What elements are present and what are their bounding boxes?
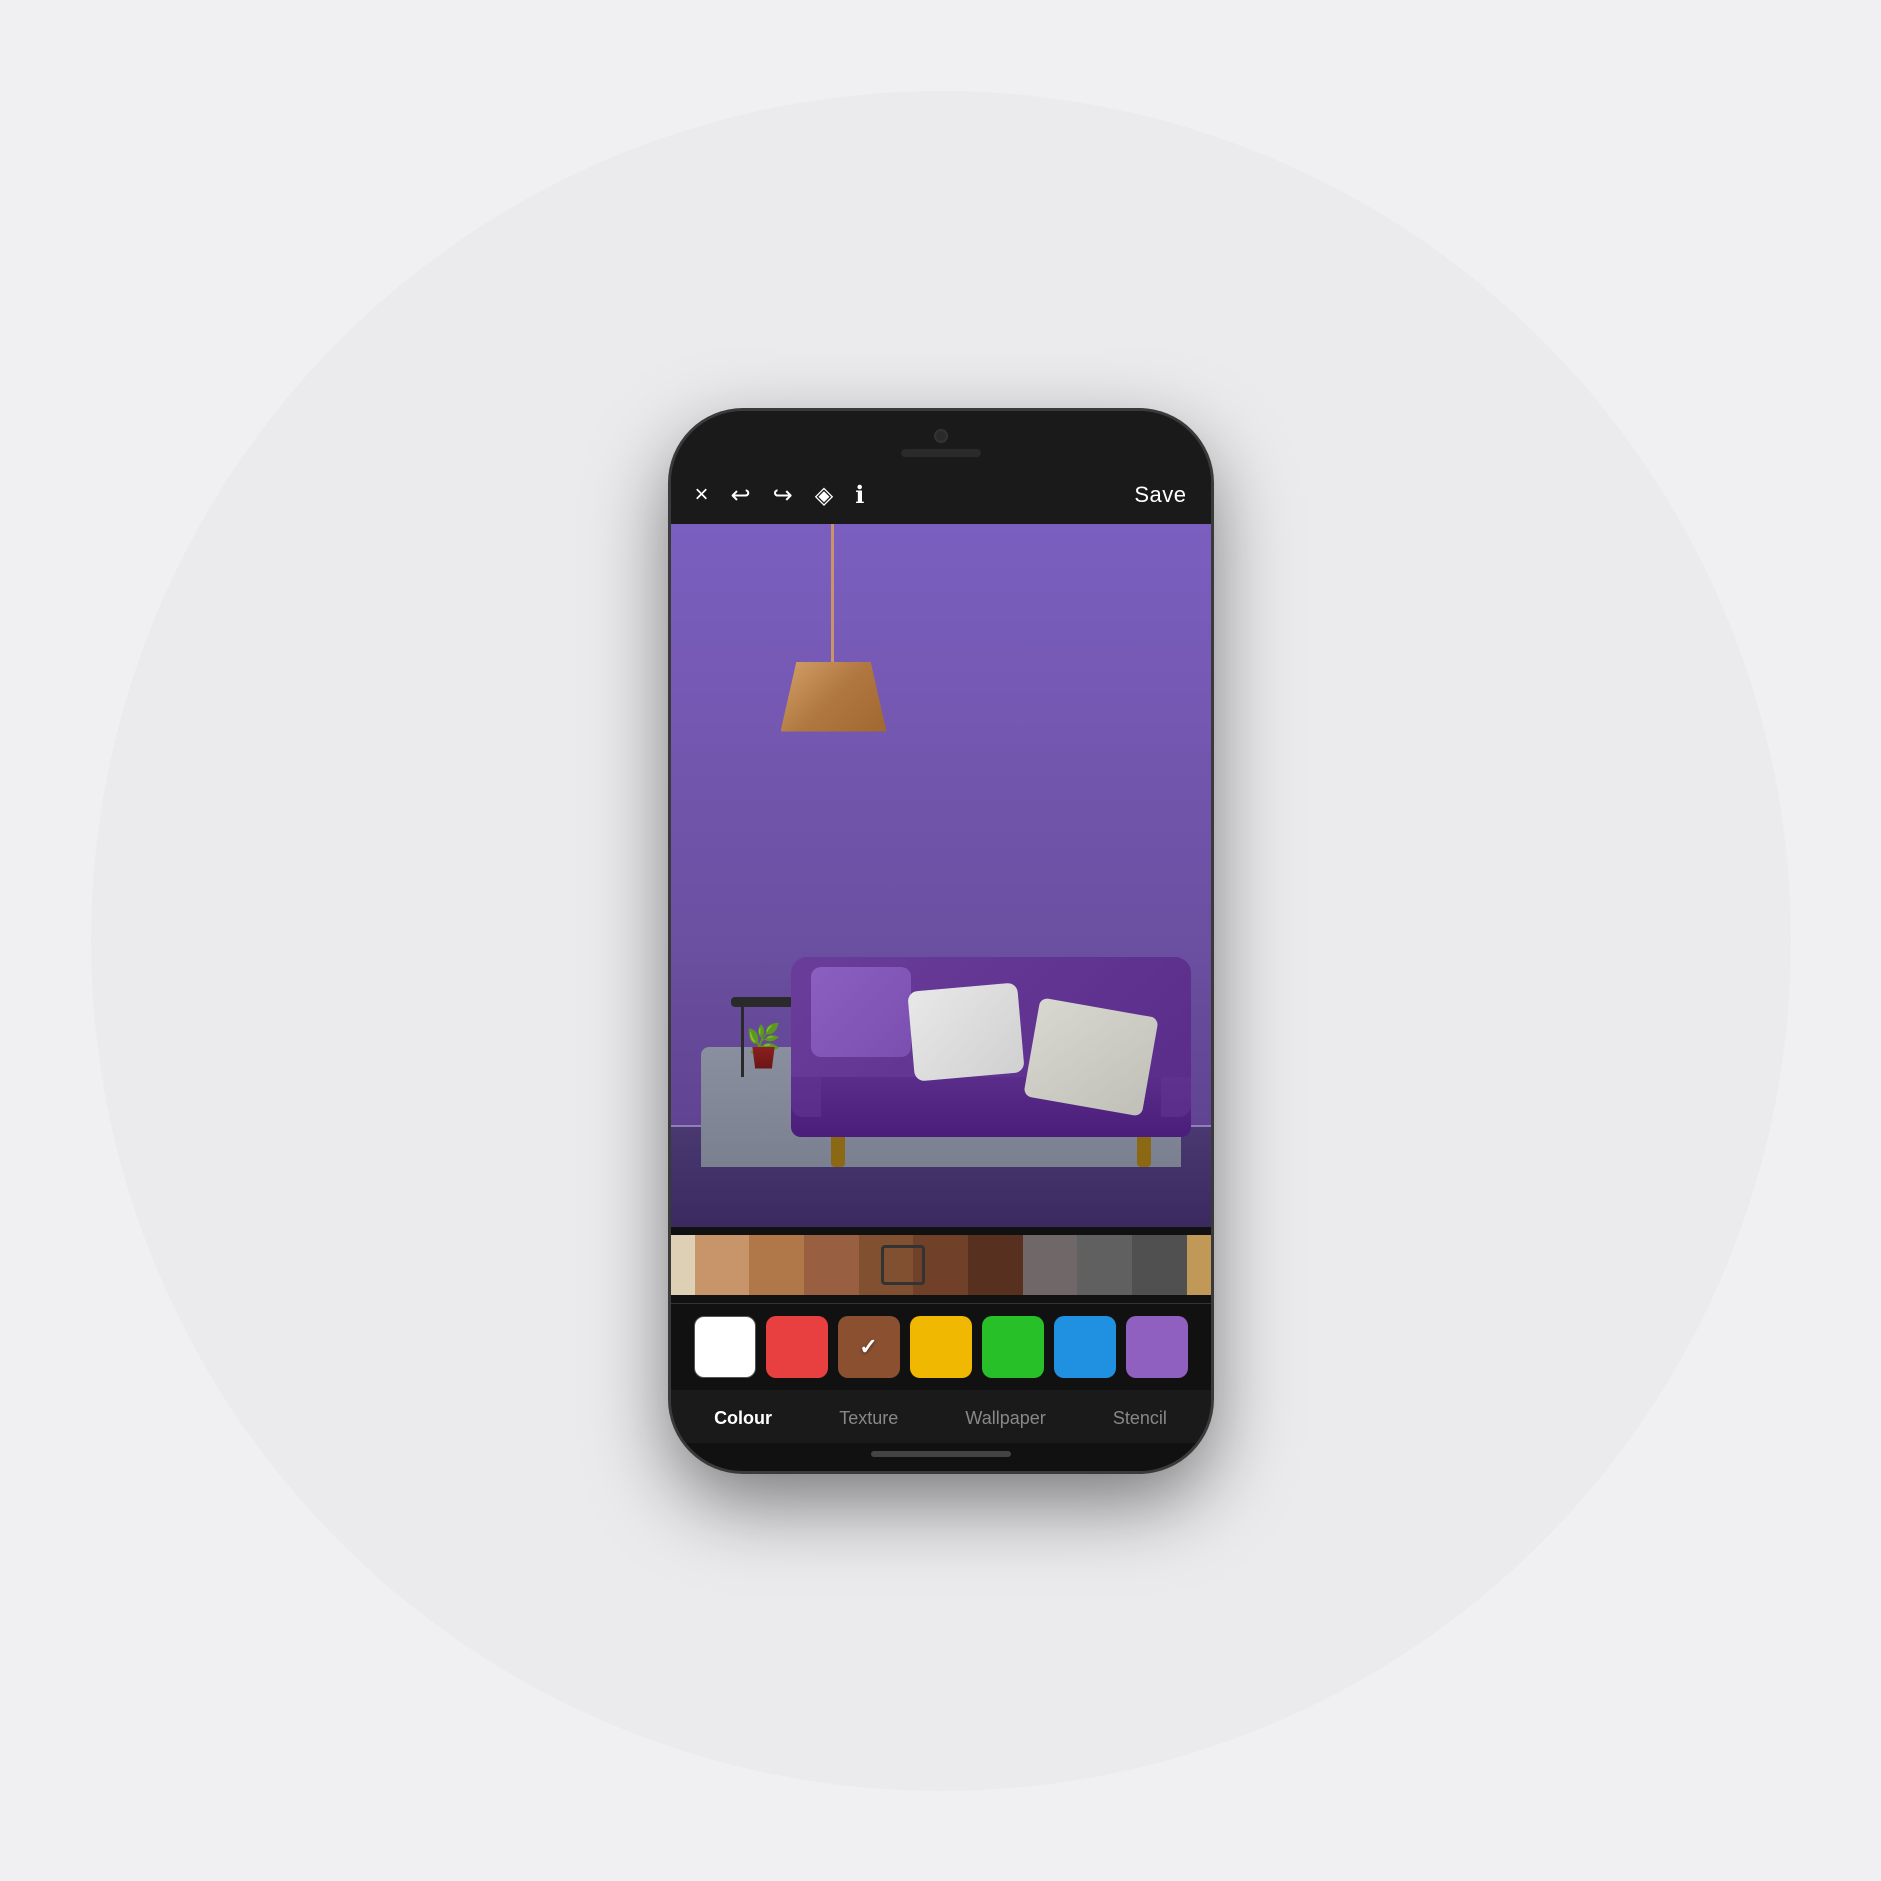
phone-top-hardware <box>671 411 1211 467</box>
strip-color-7[interactable] <box>1077 1235 1132 1295</box>
sofa-leg-right <box>1137 1137 1151 1167</box>
tab-wallpaper[interactable]: Wallpaper <box>949 1404 1061 1433</box>
sofa-back <box>791 957 1191 1077</box>
strip-selected-indicator <box>881 1245 925 1285</box>
strip-color-6[interactable] <box>1023 1235 1078 1295</box>
lamp-cord <box>831 524 834 664</box>
eraser-icon[interactable]: ◈ <box>815 481 833 510</box>
room-scene: 🌿 <box>671 524 1211 1227</box>
plant-pot <box>750 1047 778 1069</box>
color-strip[interactable] <box>671 1227 1211 1303</box>
phone-screen: × ↩ ↪ ◈ ℹ Save <box>671 467 1211 1471</box>
palette-swatches <box>687 1316 1195 1378</box>
plant: 🌿 <box>739 1022 789 1069</box>
strip-color-0[interactable] <box>695 1235 750 1295</box>
strip-color-1[interactable] <box>749 1235 804 1295</box>
background-circle: × ↩ ↪ ◈ ℹ Save <box>91 91 1791 1791</box>
main-image-area[interactable]: 🌿 <box>671 524 1211 1227</box>
toolbar: × ↩ ↪ ◈ ℹ Save <box>671 467 1211 524</box>
swatch-brown[interactable] <box>838 1316 900 1378</box>
strip-left-arrow[interactable] <box>671 1235 695 1295</box>
strip-color-2[interactable] <box>804 1235 859 1295</box>
info-icon[interactable]: ℹ <box>855 481 864 510</box>
strip-color-8[interactable] <box>1132 1235 1187 1295</box>
sofa-white-pillow <box>907 982 1024 1081</box>
home-indicator <box>871 1451 1011 1457</box>
sofa-back-cushion <box>811 967 911 1057</box>
close-icon[interactable]: × <box>695 481 709 509</box>
sofa-wrapper <box>791 957 1191 1137</box>
swatch-blue[interactable] <box>1054 1316 1116 1378</box>
phone-camera <box>934 429 948 443</box>
swatch-yellow[interactable] <box>910 1316 972 1378</box>
strip-colors[interactable] <box>695 1235 1187 1295</box>
color-strip-inner <box>671 1235 1211 1295</box>
tab-texture[interactable]: Texture <box>823 1404 914 1433</box>
sofa-blanket <box>1023 997 1159 1116</box>
phone-device: × ↩ ↪ ◈ ℹ Save <box>671 411 1211 1471</box>
redo-icon[interactable]: ↪ <box>773 481 793 510</box>
swatch-red[interactable] <box>766 1316 828 1378</box>
strip-color-5[interactable] <box>968 1235 1023 1295</box>
bottom-nav: Colour Texture Wallpaper Stencil <box>671 1390 1211 1443</box>
swatch-green[interactable] <box>982 1316 1044 1378</box>
tab-colour[interactable]: Colour <box>698 1404 788 1433</box>
strip-right-arrow[interactable] <box>1187 1235 1211 1295</box>
sofa-leg-left <box>831 1137 845 1167</box>
toolbar-left-icons: × ↩ ↪ ◈ ℹ <box>695 481 865 510</box>
lamp-shade <box>781 662 887 732</box>
save-button[interactable]: Save <box>1134 482 1186 508</box>
swatch-purple[interactable] <box>1126 1316 1188 1378</box>
phone-speaker <box>901 449 981 457</box>
swatch-white[interactable] <box>694 1316 756 1378</box>
tab-stencil[interactable]: Stencil <box>1097 1404 1183 1433</box>
color-palette[interactable] <box>671 1303 1211 1390</box>
undo-icon[interactable]: ↩ <box>731 481 751 510</box>
